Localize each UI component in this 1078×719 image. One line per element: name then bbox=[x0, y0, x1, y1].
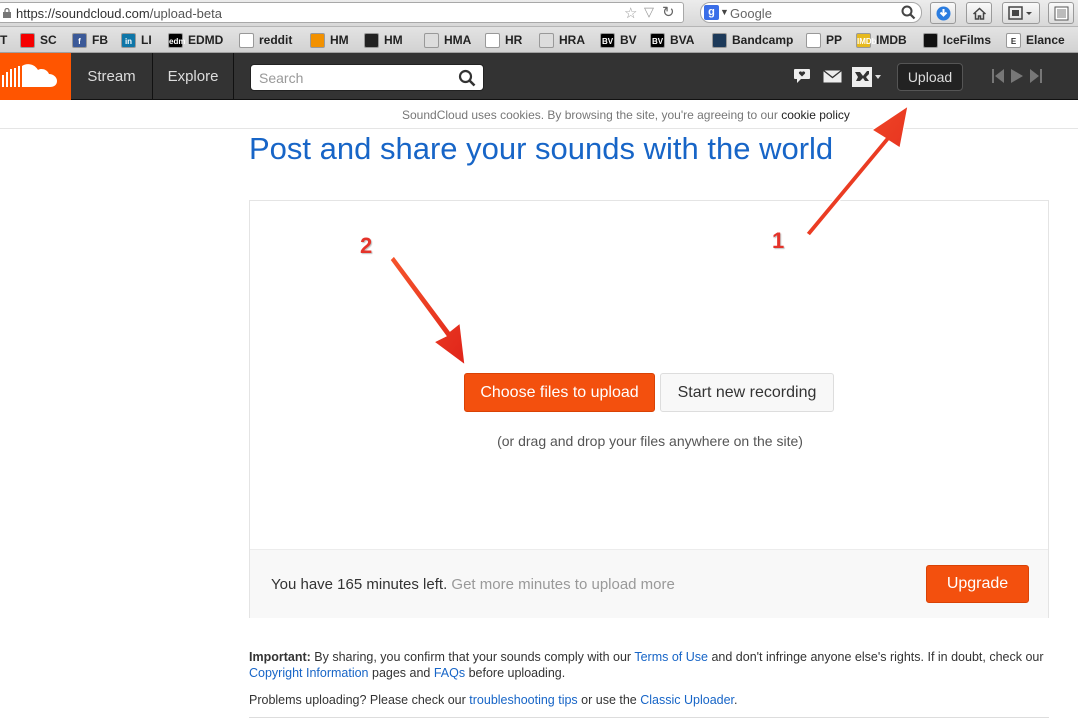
annotation-number-1: 1 bbox=[772, 228, 785, 253]
arrow-to-upload-button bbox=[805, 104, 909, 237]
annotation-number-2: 2 bbox=[360, 233, 373, 258]
arrow-to-choose-files bbox=[389, 255, 466, 367]
annotation-arrows bbox=[389, 104, 909, 367]
